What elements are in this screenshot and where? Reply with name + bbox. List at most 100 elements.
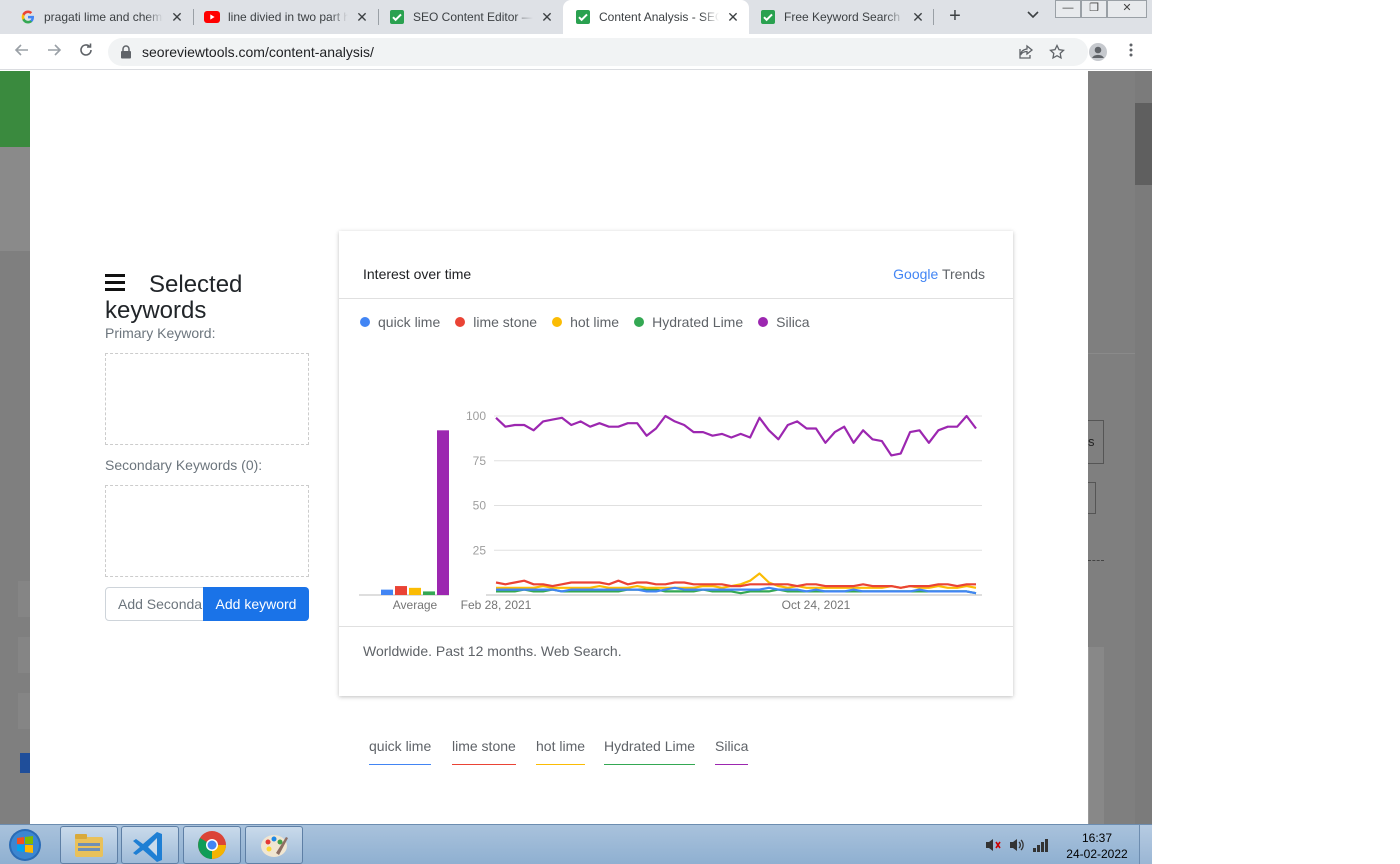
chrome-icon[interactable] [183, 826, 241, 864]
close-icon[interactable]: ✕ [354, 9, 370, 26]
background-box [18, 637, 30, 673]
interest-over-time-chart[interactable]: 100 75 50 25 Average Feb 28, 2021 Oct 24, 2021 [339, 391, 1013, 621]
forward-arrow-icon[interactable] [44, 42, 64, 62]
close-icon[interactable]: ✕ [169, 9, 185, 26]
url-text[interactable]: seoreviewtools.com/content-analysis/ [142, 44, 374, 60]
scrollbar-thumb[interactable] [1135, 103, 1152, 185]
legend-label: lime stone [473, 314, 538, 330]
legend-dot [360, 317, 370, 327]
legend-item-hydrated-lime[interactable]: Hydrated Lime [634, 314, 743, 330]
legend-dot [758, 317, 769, 327]
reload-icon[interactable] [76, 42, 96, 62]
average-bar [423, 591, 435, 595]
file-explorer-icon[interactable] [60, 826, 118, 864]
average-bar [437, 430, 449, 595]
background-badge [20, 753, 30, 773]
screen: pragati lime and chemicals ✕ line divied… [0, 0, 1400, 864]
vscode-icon[interactable] [121, 826, 179, 864]
google-trends-widget: Interest over time Google Trends quick l… [339, 231, 1013, 696]
google-wordmark: Google [893, 266, 939, 282]
keyword-tab-quick-lime[interactable]: quick lime [369, 738, 432, 765]
keyword-tab-silica[interactable]: Silica [715, 738, 749, 765]
seo-review-tools-icon [760, 9, 776, 25]
keyword-tab-lime-stone[interactable]: lime stone [452, 738, 516, 765]
browser-tab-5[interactable]: Free Keyword Search Volume ✕ [740, 0, 934, 34]
divider [339, 626, 1013, 627]
keyword-tab-hydrated-lime[interactable]: Hydrated Lime [604, 738, 696, 765]
secondary-keywords-dropzone[interactable] [105, 485, 309, 577]
windows-taskbar: 16:37 24-02-2022 [0, 824, 1152, 864]
address-bar[interactable]: seoreviewtools.com/content-analysis/ [108, 38, 1088, 66]
average-bar [395, 586, 407, 595]
background-header-strip [0, 71, 30, 147]
google-icon [20, 9, 36, 25]
google-trends-logo[interactable]: Google Trends [893, 266, 985, 282]
background-dashed-line [1088, 560, 1104, 561]
show-desktop-button[interactable] [1139, 825, 1152, 864]
x-tick-label: Feb 28, 2021 [461, 598, 532, 612]
secondary-keywords-label: Secondary Keywords (0): [105, 457, 263, 473]
taskbar-clock[interactable]: 16:37 24-02-2022 [1066, 830, 1128, 862]
seo-review-tools-icon [389, 9, 405, 25]
speaker-muted-icon[interactable] [984, 837, 1002, 858]
tab-title: SEO Content Editor — Free [413, 10, 533, 24]
volume-icon[interactable] [1008, 837, 1026, 858]
add-keyword-button[interactable]: Add keyword [203, 587, 309, 621]
legend-label: hot lime [570, 314, 620, 330]
primary-keyword-dropzone[interactable] [105, 353, 309, 445]
share-icon[interactable] [1017, 44, 1035, 62]
browser-toolbar: seoreviewtools.com/content-analysis/ [0, 34, 1152, 70]
close-window-icon[interactable]: ✕ [1107, 0, 1147, 18]
browser-tab-3[interactable]: SEO Content Editor — Free ✕ [369, 0, 563, 34]
trends-wordmark: Trends [941, 266, 985, 282]
lock-icon[interactable] [120, 45, 134, 59]
back-arrow-icon[interactable] [12, 42, 32, 62]
network-signal-icon[interactable] [1032, 837, 1050, 858]
close-icon[interactable]: ✕ [910, 9, 926, 26]
legend-label: Hydrated Lime [652, 314, 744, 330]
legend-dot [455, 317, 466, 327]
y-tick-label: 75 [473, 454, 487, 468]
legend-item-hot-lime[interactable]: hot lime [552, 314, 619, 330]
legend-dot [552, 317, 563, 327]
windows-start-button[interactable] [4, 827, 46, 863]
browser-tab-4-active[interactable]: Content Analysis - SEO ✕ [563, 0, 749, 34]
average-bar [409, 587, 421, 595]
keyword-tab-hot-lime[interactable]: hot lime [536, 738, 586, 765]
legend-item-silica[interactable]: Silica [758, 314, 810, 330]
tab-title: Free Keyword Search Volume [784, 10, 904, 24]
bookmark-star-icon[interactable] [1048, 43, 1066, 62]
background-box [18, 581, 30, 617]
browser-tab-2[interactable]: line divied in two part html ✕ [184, 0, 378, 34]
profile-avatar-icon[interactable] [1088, 42, 1108, 62]
chart-legend: quick lime lime stone hot lime Hydrated … [360, 314, 825, 330]
average-label: Average [393, 598, 438, 612]
tab-search-chevron-icon[interactable] [1024, 8, 1042, 26]
legend-label: quick lime [378, 314, 441, 330]
browser-tab-strip: pragati lime and chemicals ✕ line divied… [0, 0, 1152, 34]
paint-icon[interactable] [245, 826, 303, 864]
trends-footer-note: Worldwide. Past 12 months. Web Search. [363, 643, 622, 659]
tab-title: Content Analysis - SEO [599, 10, 719, 24]
minimize-window-icon[interactable]: — [1055, 0, 1081, 18]
restore-window-icon[interactable]: ❐ [1081, 0, 1107, 18]
seo-review-tools-icon [575, 9, 591, 25]
legend-item-lime-stone[interactable]: lime stone [455, 314, 537, 330]
background-button: s [1088, 420, 1104, 464]
browser-tab-1[interactable]: pragati lime and chemicals ✕ [0, 0, 193, 34]
legend-dot [634, 317, 645, 327]
primary-keyword-label: Primary Keyword: [105, 325, 216, 341]
series-line-silica [495, 414, 977, 457]
background-button [1088, 482, 1096, 514]
more-vertical-icon[interactable] [1121, 42, 1141, 62]
average-bar [381, 589, 393, 595]
hamburger-menu-icon[interactable] [105, 274, 125, 292]
tab-separator [933, 9, 934, 25]
close-icon[interactable]: ✕ [539, 9, 555, 26]
legend-item-quick-lime[interactable]: quick lime [360, 314, 440, 330]
interest-over-time-heading: Interest over time [363, 266, 472, 282]
desktop-background-right [1152, 0, 1400, 864]
close-icon[interactable]: ✕ [725, 9, 741, 26]
secondary-keyword-input[interactable]: Add Secondary [105, 587, 204, 621]
new-tab-plus-icon[interactable]: + [944, 6, 966, 28]
